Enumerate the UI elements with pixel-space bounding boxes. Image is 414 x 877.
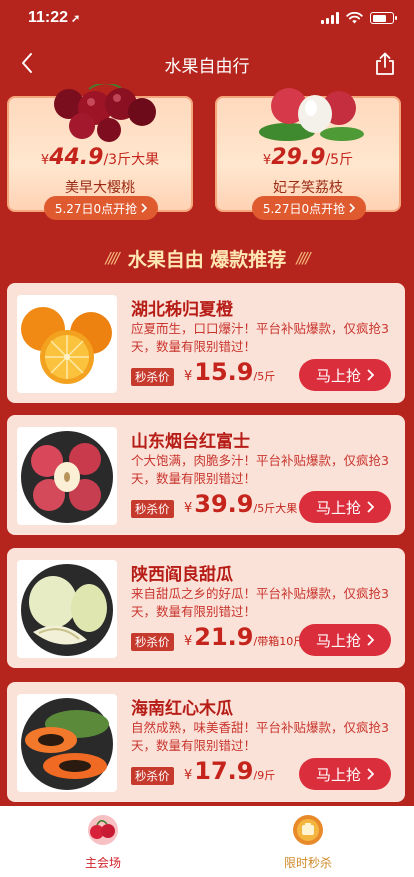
- buy-now-label: 马上抢: [315, 765, 361, 784]
- status-bar: 11:22 ➚: [0, 0, 414, 40]
- promo-name: 妃子笑荔枝: [273, 180, 343, 196]
- price-unit: /5斤大果: [253, 502, 298, 515]
- promo-start-button[interactable]: 5.27日0点开抢: [252, 196, 366, 220]
- product-price: ¥15.9/5斤: [184, 358, 275, 386]
- battery-icon: [370, 12, 397, 24]
- main-venue-icon: [88, 815, 118, 845]
- melons-icon: [21, 564, 113, 656]
- buy-now-button[interactable]: 马上抢: [299, 758, 391, 790]
- price-unit: /带箱10斤: [253, 635, 305, 648]
- price-unit: /9斤: [253, 769, 276, 782]
- chevron-right-icon: [367, 369, 374, 381]
- product-image: [17, 560, 117, 658]
- product-name: 山东烟台红富士: [131, 432, 250, 452]
- product-description: 个大饱满，肉脆多汁！平台补贴爆款，仅疯抢3天，数量有限别错过！: [131, 453, 389, 486]
- lychees-icon: [259, 88, 364, 141]
- share-button[interactable]: [370, 49, 400, 79]
- price-value: 44.9: [49, 145, 104, 170]
- chevron-right-icon: [367, 501, 374, 513]
- promo-price: ¥44.9/3斤大果: [9, 145, 191, 170]
- flash-price-tag: 秒杀价: [131, 767, 174, 785]
- section-heading: //// 水果自由 爆款推荐 ////: [0, 240, 414, 276]
- flash-sale-icon: [293, 815, 323, 845]
- product-image: [17, 694, 117, 792]
- decorative-slashes: ////: [105, 249, 119, 267]
- flash-price-tag: 秒杀价: [131, 368, 174, 386]
- nav-bar: 水果自由行: [0, 40, 414, 86]
- buy-now-button[interactable]: 马上抢: [299, 359, 391, 391]
- promo-button-label: 5.27日0点开抢: [54, 201, 138, 216]
- product-image: [17, 427, 117, 525]
- promo-start-button[interactable]: 5.27日0点开抢: [44, 196, 158, 220]
- promo-price: ¥29.9/5斤: [217, 145, 399, 170]
- product-card[interactable]: 山东烟台红富士 个大饱满，肉脆多汁！平台补贴爆款，仅疯抢3天，数量有限别错过！ …: [7, 415, 405, 535]
- promo-card-lychee[interactable]: ¥29.9/5斤 妃子笑荔枝 5.27日0点开抢: [215, 88, 401, 220]
- currency-symbol: ¥: [40, 153, 50, 168]
- price-value: 39.9: [194, 490, 254, 518]
- currency-symbol: ¥: [184, 768, 193, 783]
- price-unit: /3斤大果: [103, 152, 160, 168]
- oranges-icon: [21, 307, 112, 384]
- status-time: 11:22 ➚: [28, 9, 80, 27]
- currency-symbol: ¥: [184, 501, 193, 516]
- currency-symbol: ¥: [184, 634, 193, 649]
- flash-price-tag: 秒杀价: [131, 633, 174, 651]
- price-value: 29.9: [271, 145, 326, 170]
- tab-label: 限时秒杀: [283, 856, 332, 870]
- promo-row: ¥44.9/3斤大果 美早大樱桃 5.27日0点开抢 ¥29.9/5斤 妃子笑荔…: [7, 84, 407, 226]
- chevron-right-icon: [141, 203, 148, 213]
- location-icon: ➚: [71, 13, 81, 25]
- clock: 11:22: [28, 9, 69, 26]
- promo-name: 美早大樱桃: [65, 180, 135, 196]
- promo-card-cherry[interactable]: ¥44.9/3斤大果 美早大樱桃 5.27日0点开抢: [7, 84, 193, 220]
- buy-now-button[interactable]: 马上抢: [299, 624, 391, 656]
- chevron-right-icon: [349, 203, 356, 213]
- status-indicators: [321, 12, 397, 24]
- tab-flash-sale[interactable]: 限时秒杀: [258, 814, 358, 871]
- buy-now-label: 马上抢: [315, 631, 361, 650]
- product-card[interactable]: 湖北秭归夏橙 应夏而生，口口爆汁！平台补贴爆款，仅疯抢3天，数量有限别错过！ 秒…: [7, 283, 405, 403]
- product-price: ¥17.9/9斤: [184, 757, 275, 785]
- wifi-icon: [346, 12, 363, 24]
- flash-price-tag: 秒杀价: [131, 500, 174, 518]
- cellular-signal-icon: [321, 12, 339, 24]
- share-icon: [376, 52, 394, 75]
- tab-label: 主会场: [84, 856, 121, 870]
- bottom-tab-bar: 主会场 限时秒杀: [0, 806, 414, 877]
- product-name: 海南红心木瓜: [131, 699, 233, 719]
- decorative-slashes: ////: [296, 249, 310, 267]
- product-name: 湖北秭归夏橙: [131, 300, 233, 320]
- product-description: 来自甜瓜之乡的好瓜！平台补贴爆款，仅疯抢3天，数量有限别错过！: [131, 586, 389, 619]
- currency-symbol: ¥: [184, 369, 193, 384]
- price-value: 17.9: [194, 757, 254, 785]
- price-value: 15.9: [194, 358, 254, 386]
- apples-icon: [21, 431, 113, 523]
- cherries-icon: [54, 84, 156, 142]
- chevron-right-icon: [367, 768, 374, 780]
- product-description: 自然成熟，味美香甜！平台补贴爆款，仅疯抢3天，数量有限别错过！: [131, 720, 389, 753]
- product-price: ¥39.9/5斤大果: [184, 490, 297, 518]
- tab-main-venue[interactable]: 主会场: [53, 814, 153, 871]
- page-title: 水果自由行: [164, 57, 250, 77]
- product-card[interactable]: 陕西阎良甜瓜 来自甜瓜之乡的好瓜！平台补贴爆款，仅疯抢3天，数量有限别错过！ 秒…: [7, 548, 405, 668]
- price-unit: /5斤: [253, 370, 276, 383]
- chevron-right-icon: [367, 634, 374, 646]
- papayas-icon: [21, 698, 113, 790]
- buy-now-label: 马上抢: [315, 498, 361, 517]
- product-image: [17, 295, 117, 393]
- product-name: 陕西阎良甜瓜: [131, 565, 233, 585]
- promo-button-label: 5.27日0点开抢: [262, 201, 346, 216]
- price-value: 21.9: [194, 623, 254, 651]
- price-unit: /5斤: [325, 152, 354, 168]
- product-price: ¥21.9/带箱10斤: [184, 623, 304, 651]
- section-title: 水果自由 爆款推荐: [127, 248, 287, 271]
- product-description: 应夏而生，口口爆汁！平台补贴爆款，仅疯抢3天，数量有限别错过！: [131, 321, 389, 354]
- buy-now-label: 马上抢: [315, 366, 361, 385]
- product-card[interactable]: 海南红心木瓜 自然成熟，味美香甜！平台补贴爆款，仅疯抢3天，数量有限别错过！ 秒…: [7, 682, 405, 802]
- currency-symbol: ¥: [262, 153, 272, 168]
- buy-now-button[interactable]: 马上抢: [299, 491, 391, 523]
